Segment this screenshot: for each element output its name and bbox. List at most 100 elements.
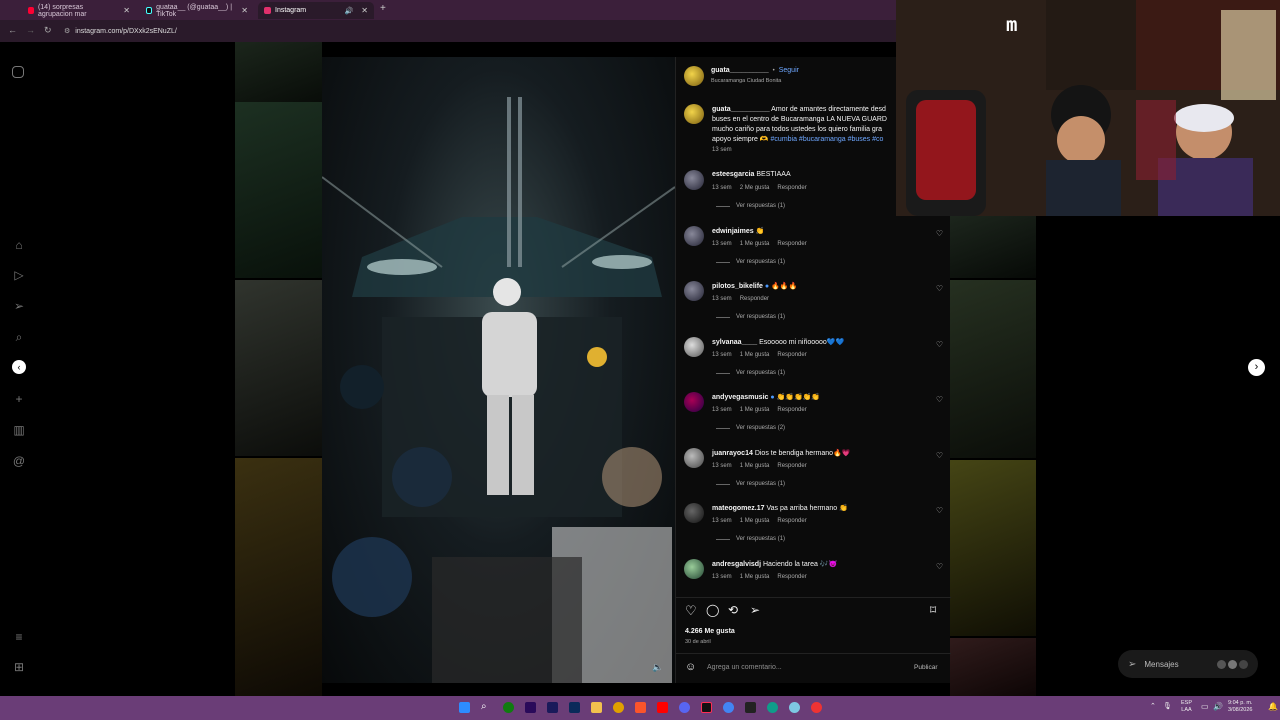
browser-tab-youtube[interactable]: (14) sorpresas agrupacion mar ✕	[22, 2, 136, 19]
obs-icon[interactable]	[811, 702, 822, 713]
like-comment-icon[interactable]: ♡	[936, 284, 943, 293]
chrome-icon[interactable]	[723, 702, 734, 713]
view-replies-button[interactable]: Ver respuestas (1)	[716, 259, 785, 265]
edge-icon[interactable]	[767, 702, 778, 713]
comments-list[interactable]: esteesgarcia BESTIAAA 13 sem 2 Me gusta Re…	[676, 167, 951, 597]
grid-post-thumbnail[interactable]	[235, 42, 322, 102]
comment-username[interactable]: esteesgarcia	[712, 171, 754, 178]
caption-avatar[interactable]	[684, 104, 704, 124]
search-icon[interactable]: ⌕	[12, 330, 26, 344]
file-explorer-icon[interactable]	[591, 702, 602, 713]
comment-likes[interactable]: 1 Me gusta	[740, 518, 770, 524]
view-replies-button[interactable]: Ver respuestas (1)	[716, 203, 785, 209]
reply-button[interactable]: Responder	[777, 574, 806, 580]
post-location[interactable]: Bucaramanga Ciudad Bonita	[711, 78, 781, 84]
browser-tab-instagram[interactable]: Instagram 🔊 ✕	[258, 2, 374, 19]
volume-icon[interactable]: 🔊	[1213, 702, 1223, 711]
instagram-logo-icon[interactable]	[12, 66, 24, 78]
home-icon[interactable]: ⌂	[12, 238, 26, 252]
notifications-icon[interactable]: 🔔	[1268, 702, 1278, 711]
grid-post-thumbnail[interactable]	[950, 216, 1036, 278]
view-replies-button[interactable]: Ver respuestas (1)	[716, 370, 785, 376]
like-comment-icon[interactable]: ♡	[936, 395, 943, 404]
clock[interactable]: 9:04 p. m. 3/08/2026	[1228, 700, 1252, 714]
comment-username[interactable]: andyvegasmusic	[712, 394, 768, 401]
comment-username[interactable]: juanrayoc14	[712, 450, 753, 457]
tiktok-icon[interactable]	[701, 702, 712, 713]
comment-avatar[interactable]	[684, 337, 704, 357]
like-icon[interactable]: ♡	[685, 603, 697, 619]
comment-likes[interactable]: 1 Me gusta	[740, 241, 770, 247]
view-replies-button[interactable]: Ver respuestas (1)	[716, 314, 785, 320]
reply-button[interactable]: Responder	[777, 407, 806, 413]
reply-button[interactable]: Responder	[777, 241, 806, 247]
grid-post-thumbnail[interactable]	[950, 280, 1036, 458]
network-icon[interactable]: ▭	[1201, 702, 1209, 711]
comment-avatar[interactable]	[684, 170, 704, 190]
repost-icon[interactable]: ⟲	[728, 603, 738, 617]
forward-icon[interactable]: →	[26, 25, 35, 35]
comment-icon[interactable]: ◯	[706, 603, 719, 617]
messages-button[interactable]: ➢ Mensajes	[1118, 650, 1258, 678]
comment-username[interactable]: mateogomez.17	[712, 505, 765, 512]
comment-username[interactable]: sylvanaa____	[712, 339, 757, 346]
grid-post-thumbnail[interactable]	[950, 638, 1036, 696]
language-indicator[interactable]: ESP LAA	[1181, 700, 1192, 714]
capcut-icon[interactable]	[745, 702, 756, 713]
grid-post-thumbnail[interactable]	[235, 458, 322, 696]
mute-icon[interactable]: 🔈	[652, 662, 663, 673]
view-replies-button[interactable]: Ver respuestas (2)	[716, 425, 785, 431]
comment-avatar[interactable]	[684, 281, 704, 301]
author-avatar[interactable]	[684, 66, 704, 86]
comment-username[interactable]: andresgalvisdj	[712, 561, 761, 568]
close-tab-icon[interactable]: ✕	[123, 6, 130, 15]
reply-button[interactable]: Responder	[777, 185, 806, 191]
brave-icon[interactable]	[635, 702, 646, 713]
close-tab-icon[interactable]: ✕	[241, 6, 248, 15]
publish-button[interactable]: Publicar	[914, 664, 937, 671]
reels-icon[interactable]: ▷	[12, 268, 26, 282]
caption-hashtags[interactable]: #cumbia #bucaramanga #buses #co	[771, 136, 884, 143]
close-tab-icon[interactable]: ✕	[361, 6, 368, 15]
reload-icon[interactable]: ↻	[44, 25, 52, 36]
create-icon[interactable]: +	[12, 392, 26, 406]
photoshop-icon[interactable]	[569, 702, 580, 713]
comment-avatar[interactable]	[684, 448, 704, 468]
post-image[interactable]: 🔈	[322, 57, 675, 683]
youtube-icon[interactable]	[657, 702, 668, 713]
comment-username[interactable]: edwinjaimes	[712, 228, 754, 235]
like-comment-icon[interactable]: ♡	[936, 562, 943, 571]
speaker-icon[interactable]: 🔊	[345, 7, 354, 15]
likes-count[interactable]: 4.266 Me gusta	[685, 628, 735, 635]
search-icon[interactable]: ⌕	[481, 701, 492, 712]
view-replies-button[interactable]: Ver respuestas (1)	[716, 481, 785, 487]
comment-likes[interactable]: 1 Me gusta	[740, 574, 770, 580]
site-info-icon[interactable]: ⚙	[64, 27, 70, 35]
like-comment-icon[interactable]: ♡	[936, 340, 943, 349]
view-replies-button[interactable]: Ver respuestas (1)	[716, 536, 785, 542]
next-post-button[interactable]: ›	[1248, 359, 1265, 376]
dashboard-icon[interactable]: ▥	[12, 423, 26, 437]
new-tab-icon[interactable]: +	[380, 3, 386, 14]
microphone-icon[interactable]: 🎙	[1163, 702, 1172, 710]
grid-post-thumbnail[interactable]	[950, 460, 1036, 636]
emoji-icon[interactable]: ☺	[685, 661, 696, 673]
more-icon[interactable]: ⊞	[12, 660, 26, 674]
back-icon[interactable]: ←	[8, 25, 17, 35]
caption-username[interactable]: guata__________	[712, 106, 770, 113]
comment-likes[interactable]: 1 Me gusta	[740, 352, 770, 358]
comment-avatar[interactable]	[684, 559, 704, 579]
comment-likes[interactable]: 1 Me gusta	[740, 463, 770, 469]
follow-button[interactable]: Seguir	[779, 67, 799, 74]
previous-post-button[interactable]: ‹	[12, 360, 26, 374]
comment-avatar[interactable]	[684, 503, 704, 523]
windows-start-icon[interactable]	[459, 702, 470, 713]
grid-post-thumbnail[interactable]	[235, 102, 322, 278]
comment-avatar[interactable]	[684, 226, 704, 246]
reply-button[interactable]: Responder	[777, 463, 806, 469]
comment-avatar[interactable]	[684, 392, 704, 412]
menu-icon[interactable]: ≡	[12, 630, 26, 644]
save-icon[interactable]: ⌑	[930, 603, 936, 617]
app-icon[interactable]	[613, 702, 624, 713]
reply-button[interactable]: Responder	[740, 296, 769, 302]
